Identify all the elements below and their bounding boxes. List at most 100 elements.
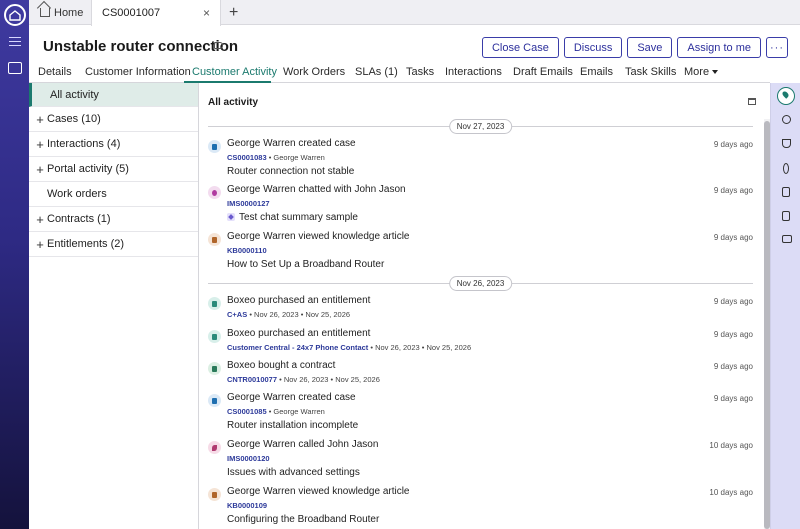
entry-meta-text: • Nov 26, 2023 • Nov 25, 2026 [249, 310, 351, 319]
filter-portal-activity[interactable]: + Portal activity (5) [29, 157, 198, 182]
filter-label: Cases (10) [47, 113, 101, 125]
tab-task-skills[interactable]: Task Skills [625, 66, 676, 83]
entry-desc: Router connection not stable [227, 166, 355, 177]
paperclip-icon[interactable] [783, 163, 789, 174]
tab-details[interactable]: Details [38, 66, 72, 83]
entry-ref-link[interactable]: KB0000110 [227, 246, 267, 255]
knowledge-article-icon [208, 488, 221, 501]
contextual-side-rail [770, 83, 800, 529]
entry-headline: George Warren called John Jason [227, 439, 379, 450]
entry-ref-link[interactable]: KB0000109 [227, 501, 267, 510]
filter-interactions[interactable]: + Interactions (4) [29, 132, 198, 157]
tab-customer-activity[interactable]: Customer Activity [184, 66, 277, 83]
tab-draft-emails[interactable]: Draft Emails [513, 66, 573, 83]
close-case-button[interactable]: Close Case [481, 37, 559, 58]
entitlement-icon [208, 297, 221, 310]
ai-sparkle-icon [227, 213, 235, 221]
more-actions-button[interactable]: ··· [766, 37, 788, 58]
add-tab-button[interactable]: + [229, 0, 238, 25]
filter-cases[interactable]: + Cases (10) [29, 107, 198, 132]
entry-desc: Configuring the Broadband Router [227, 514, 380, 525]
entry-time: 9 days ago [713, 140, 753, 149]
tag-icon[interactable] [214, 42, 223, 49]
save-button[interactable]: Save [627, 37, 673, 58]
filter-contracts[interactable]: + Contracts (1) [29, 207, 198, 232]
lightbulb-icon[interactable] [777, 87, 795, 105]
tab-emails[interactable]: Emails [580, 66, 613, 83]
news-icon[interactable] [782, 211, 790, 221]
record-tabs: Details Customer Information Customer Ac… [29, 63, 770, 83]
filter-entitlements[interactable]: + Entitlements (2) [29, 232, 198, 257]
filter-label: Interactions (4) [47, 138, 121, 150]
filter-work-orders[interactable]: Work orders [29, 182, 198, 207]
filter-label: Portal activity (5) [47, 163, 129, 175]
entry-meta: CS0001085 • George Warren [227, 407, 325, 416]
entry-meta: KB0000110 [227, 246, 267, 255]
expand-icon[interactable]: + [29, 212, 47, 227]
entry-ref-link[interactable]: C+AS [227, 310, 247, 319]
page-title: Unstable router connection [43, 38, 239, 55]
inbox-icon[interactable] [8, 62, 22, 74]
close-tab-icon[interactable]: × [203, 6, 210, 20]
tab-interactions[interactable]: Interactions [445, 66, 502, 83]
knowledge-article-icon [208, 233, 221, 246]
case-icon [208, 140, 221, 153]
document-icon[interactable] [782, 187, 790, 197]
entry-headline: George Warren viewed knowledge article [227, 231, 410, 242]
expand-icon[interactable]: + [29, 162, 47, 177]
image-icon[interactable] [782, 235, 792, 243]
expand-icon[interactable]: + [29, 137, 47, 152]
entry-ref-link[interactable]: Customer Central - 24x7 Phone Contact [227, 343, 368, 352]
tab-case[interactable]: CS0001007 × [91, 0, 221, 26]
entry-time: 10 days ago [709, 488, 753, 497]
entry-meta: Customer Central - 24x7 Phone Contact • … [227, 343, 471, 352]
tab-slas[interactable]: SLAs (1) [355, 66, 398, 83]
filter-all-activity[interactable]: All activity [29, 83, 198, 107]
entry-ref-link[interactable]: CS0001083 [227, 153, 267, 162]
entry-ref-link[interactable]: IMS0000120 [227, 454, 270, 463]
date-pill: Nov 26, 2023 [448, 276, 513, 291]
discuss-button[interactable]: Discuss [563, 37, 623, 58]
activity-filter-panel: All activity + Cases (10) + Interactions… [29, 83, 199, 529]
entry-time: 9 days ago [713, 233, 753, 242]
entry-time: 9 days ago [713, 297, 753, 306]
tab-strip: Home CS0001007 × + [29, 0, 800, 26]
tab-customer-information[interactable]: Customer Information [85, 66, 191, 83]
entry-headline: Boxeo bought a contract [227, 360, 336, 371]
entry-time: 9 days ago [713, 186, 753, 195]
menu-icon[interactable] [9, 37, 21, 46]
expand-icon[interactable]: + [29, 237, 47, 252]
assign-to-me-button[interactable]: Assign to me [677, 37, 761, 58]
entry-meta: C+AS • Nov 26, 2023 • Nov 25, 2026 [227, 310, 350, 319]
date-pill: Nov 27, 2023 [448, 119, 513, 134]
header-actions: Close Case Discuss Save Assign to me ··· [481, 37, 788, 58]
chart-icon[interactable] [782, 115, 791, 124]
filter-label: Work orders [47, 188, 107, 200]
calendar-icon[interactable] [748, 98, 756, 105]
entry-meta-text: • George Warren [268, 153, 325, 162]
entry-time: 10 days ago [709, 441, 753, 450]
entry-meta-text: • George Warren [268, 407, 325, 416]
entitlement-icon [208, 330, 221, 343]
tab-more[interactable]: More [684, 66, 719, 83]
date-separator: Nov 26, 2023 [208, 276, 753, 291]
graduation-icon[interactable] [782, 139, 791, 148]
expand-icon[interactable]: + [29, 112, 47, 127]
home-icon[interactable] [4, 4, 26, 26]
filter-label: All activity [50, 88, 99, 101]
entry-headline: George Warren created case [227, 392, 356, 403]
activity-feed: All activity Nov 27, 2023 George Warren … [199, 83, 770, 529]
tab-home[interactable]: Home [32, 0, 91, 25]
entry-ref-link[interactable]: CNTR0010077 [227, 375, 277, 384]
date-separator: Nov 27, 2023 [208, 119, 753, 134]
entry-time: 9 days ago [713, 330, 753, 339]
entry-meta: IMS0000127 [227, 199, 270, 208]
tab-work-orders[interactable]: Work Orders [283, 66, 345, 83]
entry-ref-link[interactable]: IMS0000127 [227, 199, 270, 208]
entry-desc: Test chat summary sample [227, 212, 358, 223]
entry-ref-link[interactable]: CS0001085 [227, 407, 267, 416]
tab-tasks[interactable]: Tasks [406, 66, 434, 83]
entry-headline: Boxeo purchased an entitlement [227, 328, 371, 339]
caret-down-icon [712, 70, 719, 75]
entry-desc: Issues with advanced settings [227, 467, 360, 478]
